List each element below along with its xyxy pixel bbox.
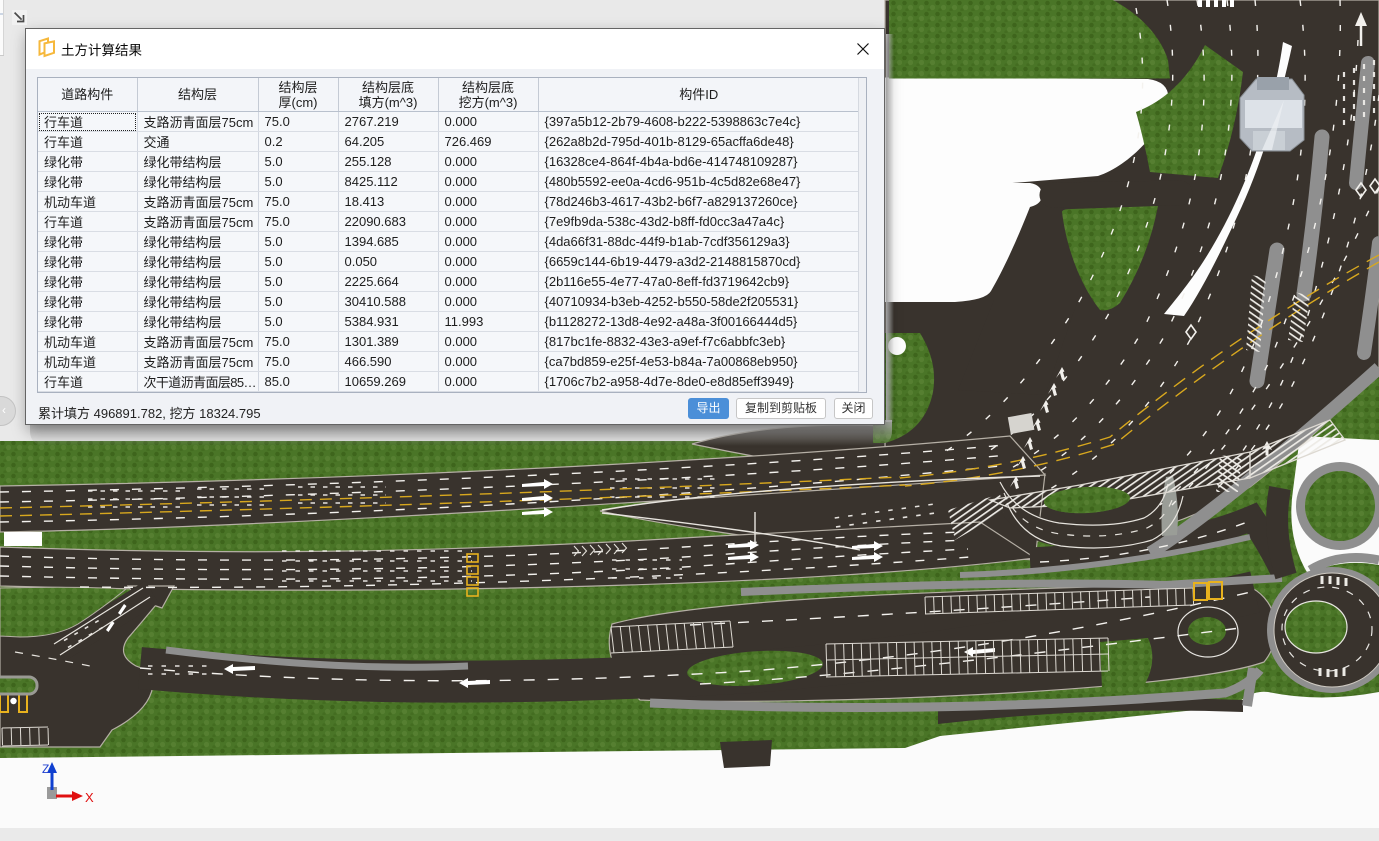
svg-text:Z: Z	[42, 762, 49, 776]
svg-text:X: X	[85, 790, 94, 805]
